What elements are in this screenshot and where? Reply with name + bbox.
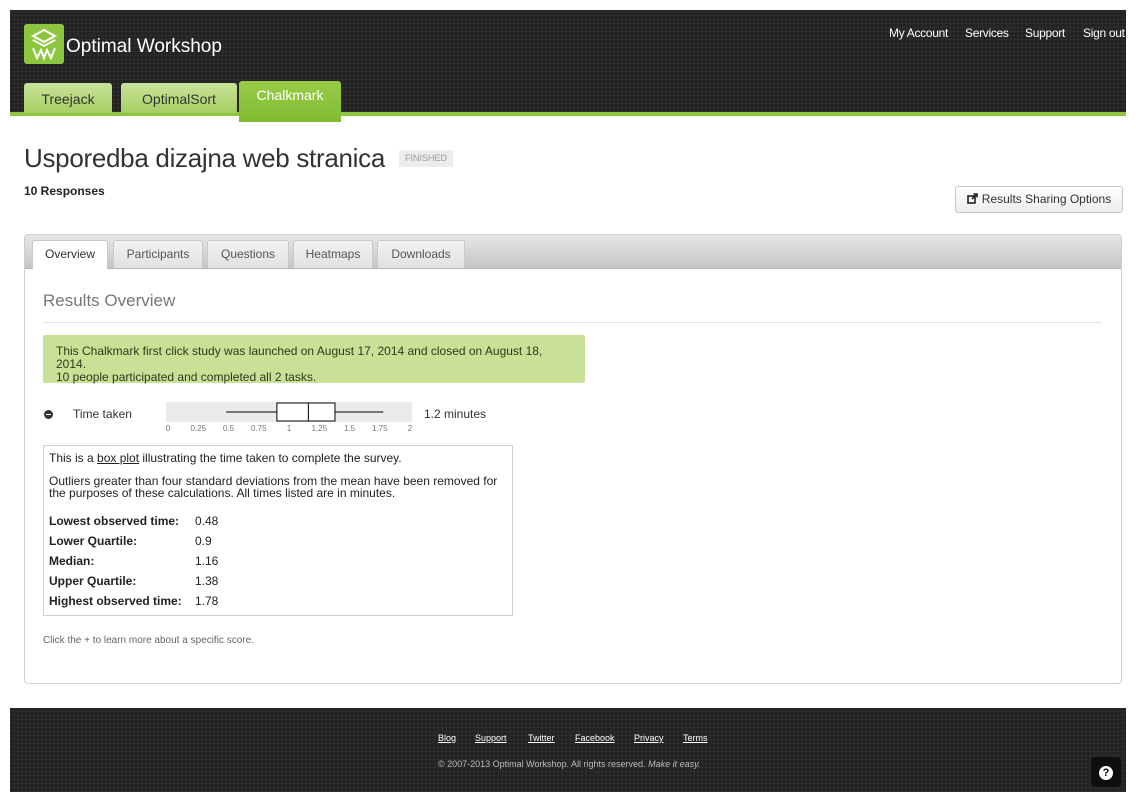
tick-label: 1.25 <box>311 424 327 433</box>
copyright: © 2007-2013 Optimal Workshop. All rights… <box>438 759 700 769</box>
responses-count: 10 Responses <box>24 184 105 198</box>
product-tab-chalkmark[interactable]: Chalkmark <box>239 81 341 122</box>
stat-row-lowest: Lowest observed time: 0.48 <box>49 514 218 528</box>
footer-link-blog[interactable]: Blog <box>438 733 456 743</box>
stat-label: Highest observed time: <box>49 594 182 608</box>
footer-link-facebook[interactable]: Facebook <box>575 733 615 743</box>
nav-sign-out[interactable]: Sign out <box>1083 26 1125 40</box>
intro-text-before: This is a <box>49 451 98 465</box>
tagline: Make it easy. <box>648 759 701 769</box>
intro-text-after: illustrating the time taken to complete … <box>139 451 402 465</box>
footer-link-support[interactable]: Support <box>475 733 507 743</box>
stat-row-highest: Highest observed time: 1.78 <box>49 594 218 608</box>
footer-link-twitter[interactable]: Twitter <box>528 733 555 743</box>
stat-row-upper-quartile: Upper Quartile: 1.38 <box>49 574 218 588</box>
minus-circle-icon[interactable] <box>44 410 53 419</box>
footer-link-privacy[interactable]: Privacy <box>634 733 664 743</box>
stat-value: 0.48 <box>195 514 219 528</box>
footer-link-terms[interactable]: Terms <box>683 733 708 743</box>
question-mark-icon: ? <box>1099 766 1113 780</box>
footer <box>10 708 1126 792</box>
nav-services[interactable]: Services <box>965 26 1009 40</box>
stat-value: 1.78 <box>195 594 219 608</box>
box-plot-link[interactable]: box plot <box>97 451 139 465</box>
tick-label: 1.75 <box>372 424 388 433</box>
status-badge: FINISHED <box>399 150 454 167</box>
product-tab-treejack[interactable]: Treejack <box>24 83 112 113</box>
page-title: Usporedba dizajna web stranica <box>24 143 385 173</box>
tab-participants[interactable]: Participants <box>113 240 203 268</box>
stat-label: Median: <box>49 554 95 568</box>
section-divider <box>43 322 1102 323</box>
tick-label: 0.5 <box>223 424 235 433</box>
stat-label: Upper Quartile: <box>49 574 137 588</box>
results-panel: Overview Participants Questions Heatmaps… <box>24 234 1122 684</box>
tick-label: 1.5 <box>344 424 356 433</box>
box-iqr <box>276 402 336 422</box>
stat-row-median: Median: 1.16 <box>49 554 218 568</box>
results-sharing-options-button[interactable]: Results Sharing Options <box>955 186 1123 213</box>
study-summary-box: This Chalkmark first click study was lau… <box>43 335 585 384</box>
time-taken-box-plot: 0 0.25 0.5 0.75 1 1.25 1.5 1.75 2 <box>166 401 413 433</box>
product-tab-optimalsort[interactable]: OptimalSort <box>121 83 237 113</box>
stat-value: 0.9 <box>195 534 212 548</box>
help-button[interactable]: ? <box>1091 757 1121 787</box>
help-text: Click the + to learn more about a specif… <box>43 635 254 646</box>
tick-label: 2 <box>408 424 412 433</box>
tick-label: 0.75 <box>251 424 267 433</box>
tick-label: 0 <box>166 424 171 433</box>
brand-name[interactable]: Optimal Workshop <box>66 36 222 58</box>
tab-downloads[interactable]: Downloads <box>377 240 465 268</box>
tab-questions[interactable]: Questions <box>207 240 289 268</box>
tab-heatmaps[interactable]: Heatmaps <box>293 240 373 268</box>
section-title: Results Overview <box>43 291 176 310</box>
summary-line-1: This Chalkmark first click study was lau… <box>56 344 543 371</box>
box-plot-intro: This is a box plot illustrating the time… <box>49 452 507 464</box>
outliers-note: Outliers greater than four standard devi… <box>49 474 498 500</box>
metric-value: 1.2 minutes <box>424 407 487 421</box>
box-plot-details: This is a box plot illustrating the time… <box>43 445 513 616</box>
nav-support[interactable]: Support <box>1025 26 1065 40</box>
tick-label: 0.25 <box>190 424 206 433</box>
summary-line-2: 10 people participated and completed all… <box>56 370 317 384</box>
nav-my-account[interactable]: My Account <box>889 26 948 40</box>
share-external-icon <box>966 188 978 204</box>
share-button-label: Results Sharing Options <box>981 192 1112 206</box>
stat-value: 1.38 <box>195 574 219 588</box>
tick-label: 1 <box>287 424 292 433</box>
copyright-text: © 2007-2013 Optimal Workshop. All rights… <box>438 759 646 769</box>
metric-label: Time taken <box>73 407 132 421</box>
tab-overview[interactable]: Overview <box>32 240 108 269</box>
stat-row-lower-quartile: Lower Quartile: 0.9 <box>49 534 212 548</box>
box-plot-svg: 0 0.25 0.5 0.75 1 1.25 1.5 1.75 2 <box>166 402 413 433</box>
stat-value: 1.16 <box>195 554 219 568</box>
stat-label: Lower Quartile: <box>49 534 138 548</box>
optimal-workshop-logo-icon[interactable] <box>24 24 64 64</box>
stat-label: Lowest observed time: <box>49 514 180 528</box>
